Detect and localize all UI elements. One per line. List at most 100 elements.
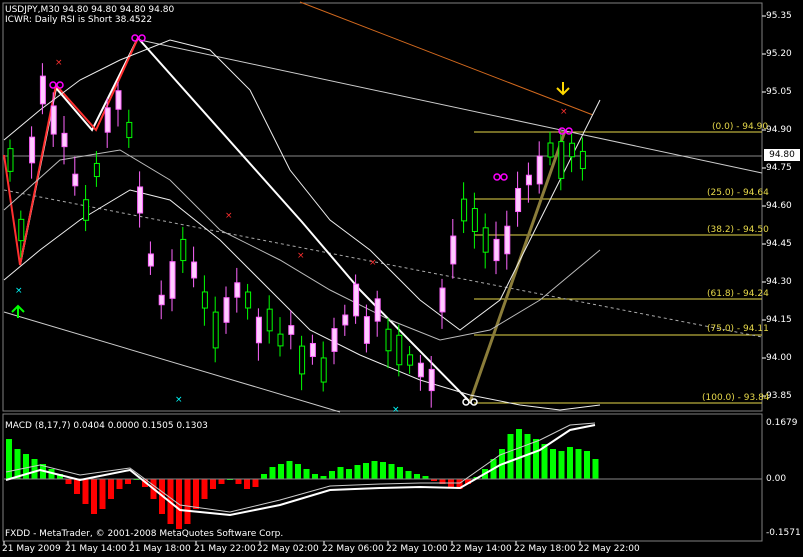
candle-body [288, 325, 295, 335]
macd-histogram-bar [575, 449, 582, 479]
candle-body [450, 235, 457, 265]
macd-histogram-bar [584, 451, 590, 479]
candle-body [255, 316, 262, 344]
indicator-header: ICWR: Daily RSI is Short 38.4522 [5, 15, 153, 25]
candle-body [169, 261, 176, 299]
candle-body [374, 298, 381, 322]
macd-histogram-bar [116, 479, 123, 489]
macd-histogram-bar [261, 474, 267, 479]
candle-body [212, 311, 219, 349]
candle-body [104, 107, 111, 133]
candle-body [385, 328, 392, 352]
candle-body [137, 186, 144, 214]
swing-low-marker [462, 398, 470, 406]
candle-body [331, 328, 338, 352]
macd-histogram-bar [337, 467, 344, 479]
candle-body [83, 199, 90, 221]
macd-histogram-bar [235, 479, 242, 484]
candle-body [504, 225, 511, 255]
macd-histogram-bar [74, 479, 80, 494]
macd-histogram-bar [567, 447, 573, 479]
fib-level-label: (38.2) - 94.50 [707, 225, 769, 235]
candle-body [245, 291, 252, 309]
sell-cross-marker: × [55, 58, 63, 68]
candle-body [417, 362, 424, 378]
time-axis-label: 21 May 18:00 [129, 544, 191, 554]
macd-histogram-bar [363, 463, 369, 479]
time-axis-label: 21 May 22:00 [194, 544, 256, 554]
main-chart-frame [2, 2, 763, 412]
candle-body [547, 142, 554, 158]
macd-axis-label: 0.00 [766, 474, 787, 484]
candle-body [407, 354, 414, 366]
candle-body [266, 308, 273, 332]
macd-histogram-bar [397, 467, 403, 479]
macd-histogram-bar [218, 479, 225, 484]
candle-body [471, 208, 478, 232]
macd-histogram-bar [507, 434, 514, 479]
macd-histogram-bar [550, 449, 556, 479]
time-axis-label: 22 May 18:00 [514, 544, 576, 554]
candle-body [428, 368, 435, 392]
macd-histogram-bar [533, 439, 539, 479]
macd-title: MACD (8,17,7) 0.0404 0.0000 0.1505 0.130… [5, 421, 208, 431]
macd-histogram-bar [303, 469, 310, 479]
candle-body [309, 342, 316, 358]
candle-body [536, 155, 543, 185]
macd-histogram-bar [108, 479, 114, 499]
swing-low-marker [470, 398, 478, 406]
buy-cross-marker: × [392, 405, 400, 415]
fib-level-label: (25.0) - 94.64 [707, 188, 769, 198]
candle-body [320, 357, 327, 383]
candle-body [461, 198, 468, 222]
candle-body [569, 142, 576, 158]
macd-histogram-bar [14, 449, 21, 479]
macd-histogram-bar [201, 479, 208, 499]
price-axis-label: 94.45 [766, 239, 792, 249]
macd-histogram-bar [354, 465, 361, 479]
chart-window[interactable]: × × × × × × × × USDJPY,M30 94.80 94.80 94.80 94… [0, 0, 803, 557]
candle-body [61, 132, 68, 148]
macd-histogram-bar [252, 479, 259, 487]
macd-histogram-bar [91, 479, 97, 514]
fib-level-label: (75.0) - 94.11 [707, 324, 769, 334]
sell-cross-marker: × [225, 211, 233, 221]
candle-body [277, 333, 284, 347]
candle-body [342, 314, 349, 326]
zigzag-line [19, 36, 566, 404]
fib-level-label: (61.8) - 94.24 [707, 289, 769, 299]
candle-body [396, 334, 403, 366]
macd-histogram-bar [286, 461, 293, 479]
macd-histogram-bar [244, 479, 250, 489]
price-axis-label: 94.75 [766, 163, 792, 173]
candle-body [93, 162, 100, 178]
price-axis-label: 95.35 [766, 11, 792, 21]
macd-histogram-bar [558, 451, 565, 479]
candle-body [515, 187, 522, 213]
time-axis-label: 21 May 14:00 [65, 544, 127, 554]
price-axis-label: 94.90 [766, 125, 792, 135]
candle-body [18, 218, 25, 242]
sell-cross-marker: × [369, 258, 377, 268]
macd-histogram-bar [516, 429, 522, 479]
candle-body [558, 141, 565, 179]
candle-body [7, 148, 14, 172]
candle-body [50, 105, 57, 135]
candle-body [201, 291, 208, 309]
middle-envelope [3, 149, 601, 341]
time-axis-label: 22 May 02:00 [257, 544, 319, 554]
chart-canvas[interactable]: × × × × × × × × [0, 0, 803, 557]
candle-body [525, 174, 532, 186]
macd-histogram-bar [31, 459, 38, 479]
macd-histogram-bar [312, 474, 318, 479]
macd-histogram-bar [125, 479, 131, 484]
candle-body [29, 136, 36, 164]
up-arrow-icon [11, 304, 25, 318]
swing-high-marker [500, 173, 508, 181]
time-axis-label: 22 May 14:00 [450, 544, 512, 554]
macd-histogram-bar [592, 459, 599, 479]
macd-histogram-bar [414, 474, 420, 479]
candle-body [353, 283, 360, 317]
candle-body [180, 238, 187, 262]
macd-histogram-bar [210, 479, 216, 489]
